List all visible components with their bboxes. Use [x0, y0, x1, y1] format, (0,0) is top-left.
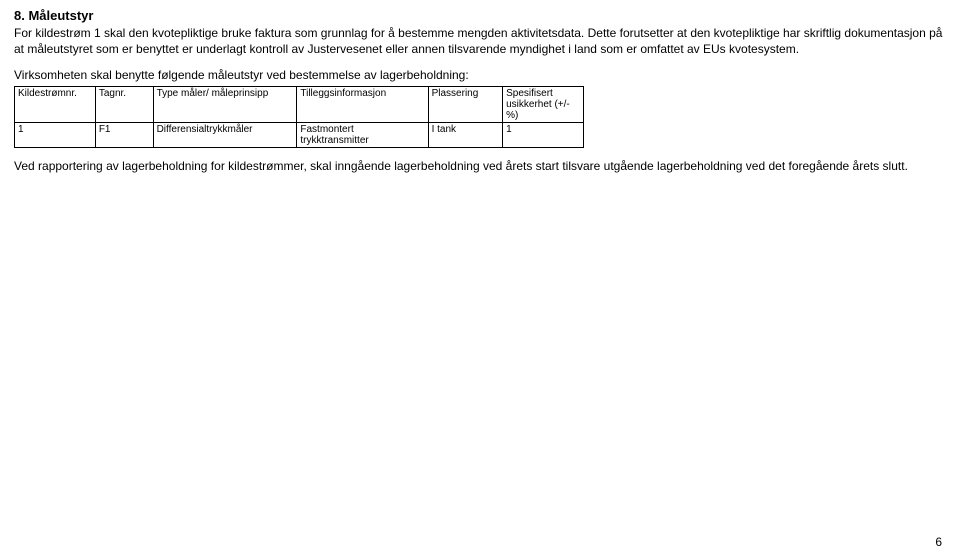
paragraph-reporting: Ved rapportering av lagerbeholdning for … [14, 158, 946, 174]
table-header-cell: Tagnr. [95, 86, 153, 122]
table-cell: Fastmontert trykktransmitter [297, 122, 428, 147]
table-cell: 1 [503, 122, 584, 147]
page-content: 8. Måleutstyr For kildestrøm 1 skal den … [0, 0, 960, 555]
table-cell: 1 [15, 122, 96, 147]
table-header-row: Kildestrømnr. Tagnr. Type måler/ målepri… [15, 86, 584, 122]
table-cell: F1 [95, 122, 153, 147]
table-row: 1 F1 Differensialtrykkmåler Fastmontert … [15, 122, 584, 147]
table-header-cell: Spesifisert usikkerhet (+/- %) [503, 86, 584, 122]
table-header-cell: Kildestrømnr. [15, 86, 96, 122]
table-header-cell: Type måler/ måleprinsipp [153, 86, 297, 122]
paragraph-table-intro: Virksomheten skal benytte følgende måleu… [14, 67, 946, 83]
table-cell: Differensialtrykkmåler [153, 122, 297, 147]
table-cell: I tank [428, 122, 503, 147]
equipment-table: Kildestrømnr. Tagnr. Type måler/ målepri… [14, 86, 584, 148]
table-header-cell: Plassering [428, 86, 503, 122]
section-heading: 8. Måleutstyr [14, 8, 946, 23]
paragraph-intro: For kildestrøm 1 skal den kvotepliktige … [14, 25, 946, 57]
page-number: 6 [935, 535, 942, 549]
table-header-cell: Tilleggsinformasjon [297, 86, 428, 122]
